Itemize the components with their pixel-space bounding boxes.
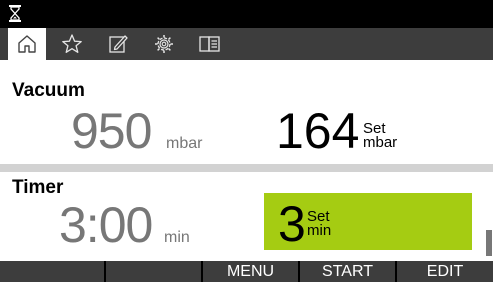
tab-edit[interactable] [99, 28, 137, 60]
home-icon [18, 35, 36, 53]
timer-set-highlight[interactable]: 3 Set min [264, 193, 472, 250]
softkey-1[interactable] [0, 261, 106, 282]
tab-manual[interactable] [191, 28, 229, 60]
gear-icon [155, 35, 173, 53]
star-icon [62, 34, 82, 53]
timer-title: Timer [12, 177, 64, 198]
timer-set-unit: min [307, 222, 332, 239]
timer-set-value: 3 [278, 196, 306, 252]
timer-panel[interactable]: Timer 3:00 min 3 Set min [0, 172, 493, 261]
book-icon [199, 36, 220, 52]
vacuum-panel[interactable]: Vacuum 950 mbar 164 Set mbar [0, 60, 493, 164]
tab-bar [0, 28, 493, 60]
tab-settings[interactable] [145, 28, 183, 60]
vacuum-set-value: 164 [276, 103, 360, 159]
vacuum-title: Vacuum [12, 80, 85, 101]
vacuum-actual-unit: mbar [166, 135, 203, 152]
softkey-2[interactable] [106, 261, 203, 282]
vacuum-set-unit: mbar [363, 134, 398, 151]
edit-icon [109, 35, 128, 53]
start-button[interactable]: START [300, 261, 397, 282]
tab-favorites[interactable] [53, 28, 91, 60]
tab-home[interactable] [8, 28, 46, 60]
timer-actual-unit: min [164, 229, 190, 246]
device-screen: Vacuum 950 mbar 164 Set mbar Timer 3:00 … [0, 0, 493, 282]
hourglass-icon [9, 5, 21, 22]
softkey-bar: MENU START EDIT [0, 261, 493, 282]
vacuum-actual-value: 950 [71, 103, 152, 159]
timer-actual-value: 3:00 [59, 197, 153, 253]
section-divider [0, 164, 493, 172]
status-bar [0, 0, 493, 28]
edit-button[interactable]: EDIT [397, 261, 493, 282]
scrollbar[interactable] [486, 230, 492, 256]
menu-button[interactable]: MENU [203, 261, 300, 282]
